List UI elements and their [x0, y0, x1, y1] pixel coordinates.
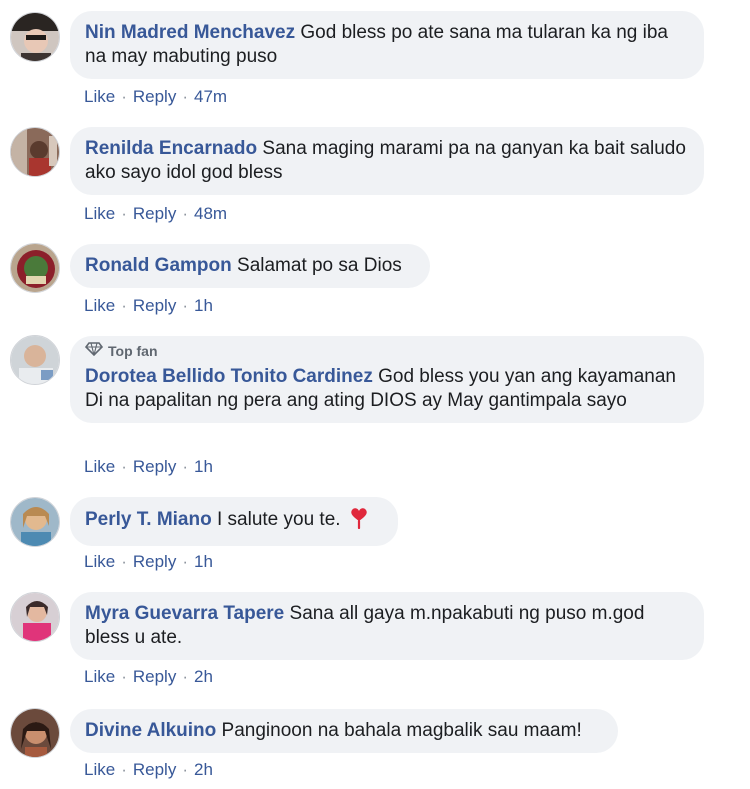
separator-dot: ·: [182, 457, 188, 476]
comment-author-link[interactable]: Renilda Encarnado: [85, 138, 257, 159]
comment-bubble: Ronald Gampon Salamat po sa Dios: [70, 244, 430, 288]
avatar[interactable]: [10, 335, 60, 385]
comment-actions: Like · Reply · 2h: [84, 760, 213, 780]
comment-timestamp[interactable]: 47m: [194, 87, 227, 107]
separator-dot: ·: [182, 87, 188, 106]
avatar[interactable]: [10, 127, 60, 177]
comment-author-link[interactable]: Divine Alkuino: [85, 720, 216, 741]
comment-text: I salute you te.: [216, 509, 341, 530]
separator-dot: ·: [121, 667, 127, 686]
avatar[interactable]: [10, 497, 60, 547]
reply-button[interactable]: Reply: [133, 296, 176, 316]
reply-button[interactable]: Reply: [133, 87, 176, 107]
comment-timestamp[interactable]: 2h: [194, 667, 213, 687]
separator-dot: ·: [121, 457, 127, 476]
comment-actions: Like · Reply · 1h: [84, 296, 213, 316]
separator-dot: ·: [121, 204, 127, 223]
reply-button[interactable]: Reply: [133, 457, 176, 477]
separator-dot: ·: [121, 552, 127, 571]
comment-actions: Like · Reply · 47m: [84, 87, 227, 107]
comment-bubble: Myra Guevarra Tapere Sana all gaya m.npa…: [70, 592, 704, 660]
like-button[interactable]: Like: [84, 667, 115, 687]
separator-dot: ·: [121, 296, 127, 315]
comment-actions: Like · Reply · 1h: [84, 457, 213, 477]
reply-button[interactable]: Reply: [133, 552, 176, 572]
comment-timestamp[interactable]: 1h: [194, 552, 213, 572]
avatar[interactable]: [10, 592, 60, 642]
separator-dot: ·: [121, 87, 127, 106]
comment-bubble: Nin Madred Menchavez God bless po ate sa…: [70, 11, 704, 79]
comment-text: Salamat po sa Dios: [237, 255, 402, 276]
comment-bubble: Renilda Encarnado Sana maging marami pa …: [70, 127, 704, 195]
separator-dot: ·: [182, 760, 188, 779]
top-fan-label: Top fan: [108, 342, 158, 359]
avatar[interactable]: [10, 243, 60, 293]
comment-timestamp[interactable]: 2h: [194, 760, 213, 780]
top-fan-badge: Top fan: [84, 342, 688, 359]
comment-actions: Like · Reply · 2h: [84, 667, 213, 687]
comment-author-link[interactable]: Perly T. Miano: [85, 509, 212, 530]
like-button[interactable]: Like: [84, 87, 115, 107]
diamond-icon: [84, 342, 104, 359]
comment-actions: Like · Reply · 1h: [84, 552, 213, 572]
like-button[interactable]: Like: [84, 760, 115, 780]
avatar[interactable]: [10, 708, 60, 758]
like-button[interactable]: Like: [84, 457, 115, 477]
reply-button[interactable]: Reply: [133, 667, 176, 687]
comment-timestamp[interactable]: 1h: [194, 457, 213, 477]
separator-dot: ·: [182, 296, 188, 315]
avatar[interactable]: [10, 12, 60, 62]
comment-author-link[interactable]: Dorotea Bellido Tonito Cardinez: [85, 366, 373, 387]
comment-bubble: Perly T. Miano I salute you te.: [70, 497, 398, 546]
reply-button[interactable]: Reply: [133, 204, 176, 224]
comment-author-link[interactable]: Nin Madred Menchavez: [85, 22, 295, 43]
comment-bubble: Divine Alkuino Panginoon na bahala magba…: [70, 709, 618, 753]
separator-dot: ·: [182, 552, 188, 571]
comment-timestamp[interactable]: 1h: [194, 296, 213, 316]
reply-button[interactable]: Reply: [133, 760, 176, 780]
comment-timestamp[interactable]: 48m: [194, 204, 227, 224]
separator-dot: ·: [182, 667, 188, 686]
comment-bubble: Top fan Dorotea Bellido Tonito Cardinez …: [70, 336, 704, 423]
separator-dot: ·: [182, 204, 188, 223]
like-button[interactable]: Like: [84, 296, 115, 316]
separator-dot: ·: [121, 760, 127, 779]
comment-author-link[interactable]: Ronald Gampon: [85, 255, 232, 276]
like-button[interactable]: Like: [84, 204, 115, 224]
comment-text: Panginoon na bahala magbalik sau maam!: [221, 720, 582, 741]
like-button[interactable]: Like: [84, 552, 115, 572]
comment-author-link[interactable]: Myra Guevarra Tapere: [85, 603, 284, 624]
comment-actions: Like · Reply · 48m: [84, 204, 227, 224]
heart-icon: [349, 507, 369, 536]
